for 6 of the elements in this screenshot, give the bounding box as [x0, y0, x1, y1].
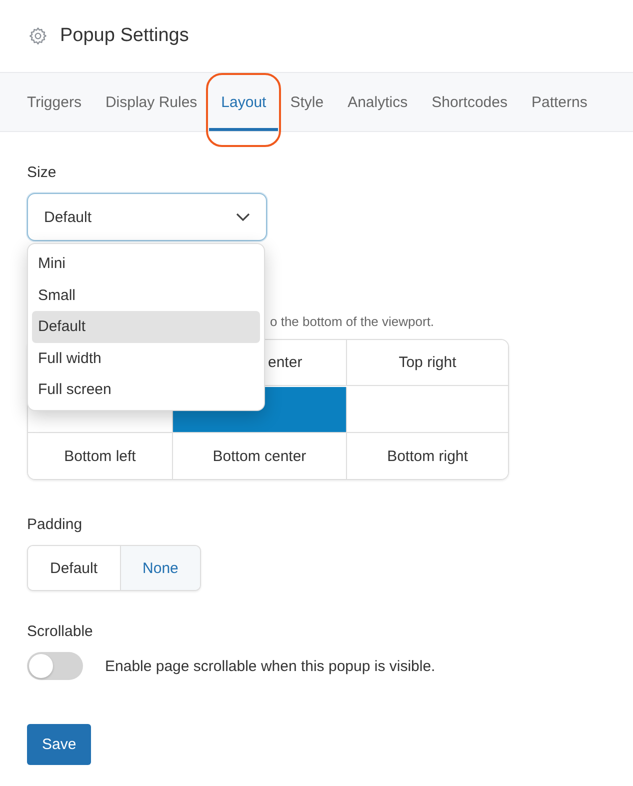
field-label: Padding — [27, 516, 84, 533]
field-label: Scrollable — [27, 623, 94, 640]
page-title: Popup Settings — [60, 25, 189, 47]
field-label: Size — [27, 164, 58, 181]
hint-text: o the bottom of the viewport. — [270, 314, 434, 329]
toggle-label: Enable page scrollable when this popup is visible. — [105, 658, 436, 674]
